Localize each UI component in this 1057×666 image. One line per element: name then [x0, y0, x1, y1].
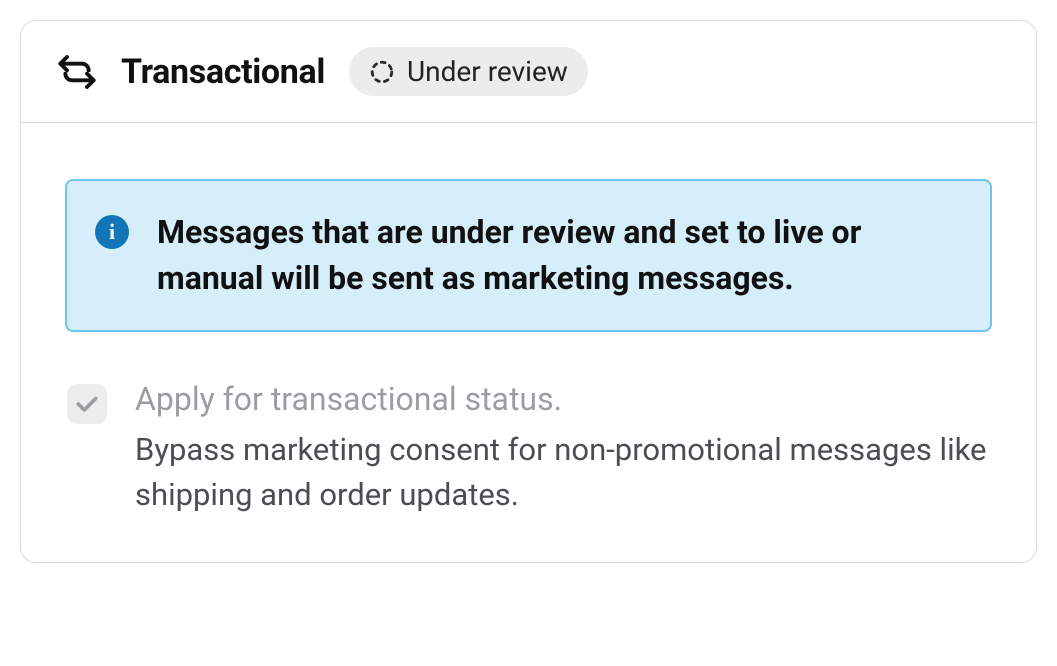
card-title: Transactional [121, 52, 325, 92]
apply-transactional-checkbox [67, 384, 107, 424]
info-banner: i Messages that are under review and set… [65, 179, 992, 332]
apply-transactional-label: Apply for transactional status. [135, 380, 992, 418]
card-header: Transactional Under review [21, 21, 1036, 123]
info-banner-message: Messages that are under review and set t… [157, 209, 950, 302]
apply-transactional-helper: Bypass marketing consent for non-promoti… [135, 428, 992, 518]
status-badge-label: Under review [407, 55, 568, 88]
transactional-card: Transactional Under review i Messages th… [20, 20, 1037, 563]
check-icon [74, 391, 100, 417]
dashed-circle-icon [369, 59, 395, 85]
card-body: i Messages that are under review and set… [21, 123, 1036, 562]
apply-transactional-option: Apply for transactional status. Bypass m… [65, 380, 992, 518]
checkbox-text: Apply for transactional status. Bypass m… [135, 380, 992, 518]
info-icon: i [95, 215, 129, 249]
transactional-icon [57, 52, 97, 92]
status-badge: Under review [349, 47, 588, 96]
